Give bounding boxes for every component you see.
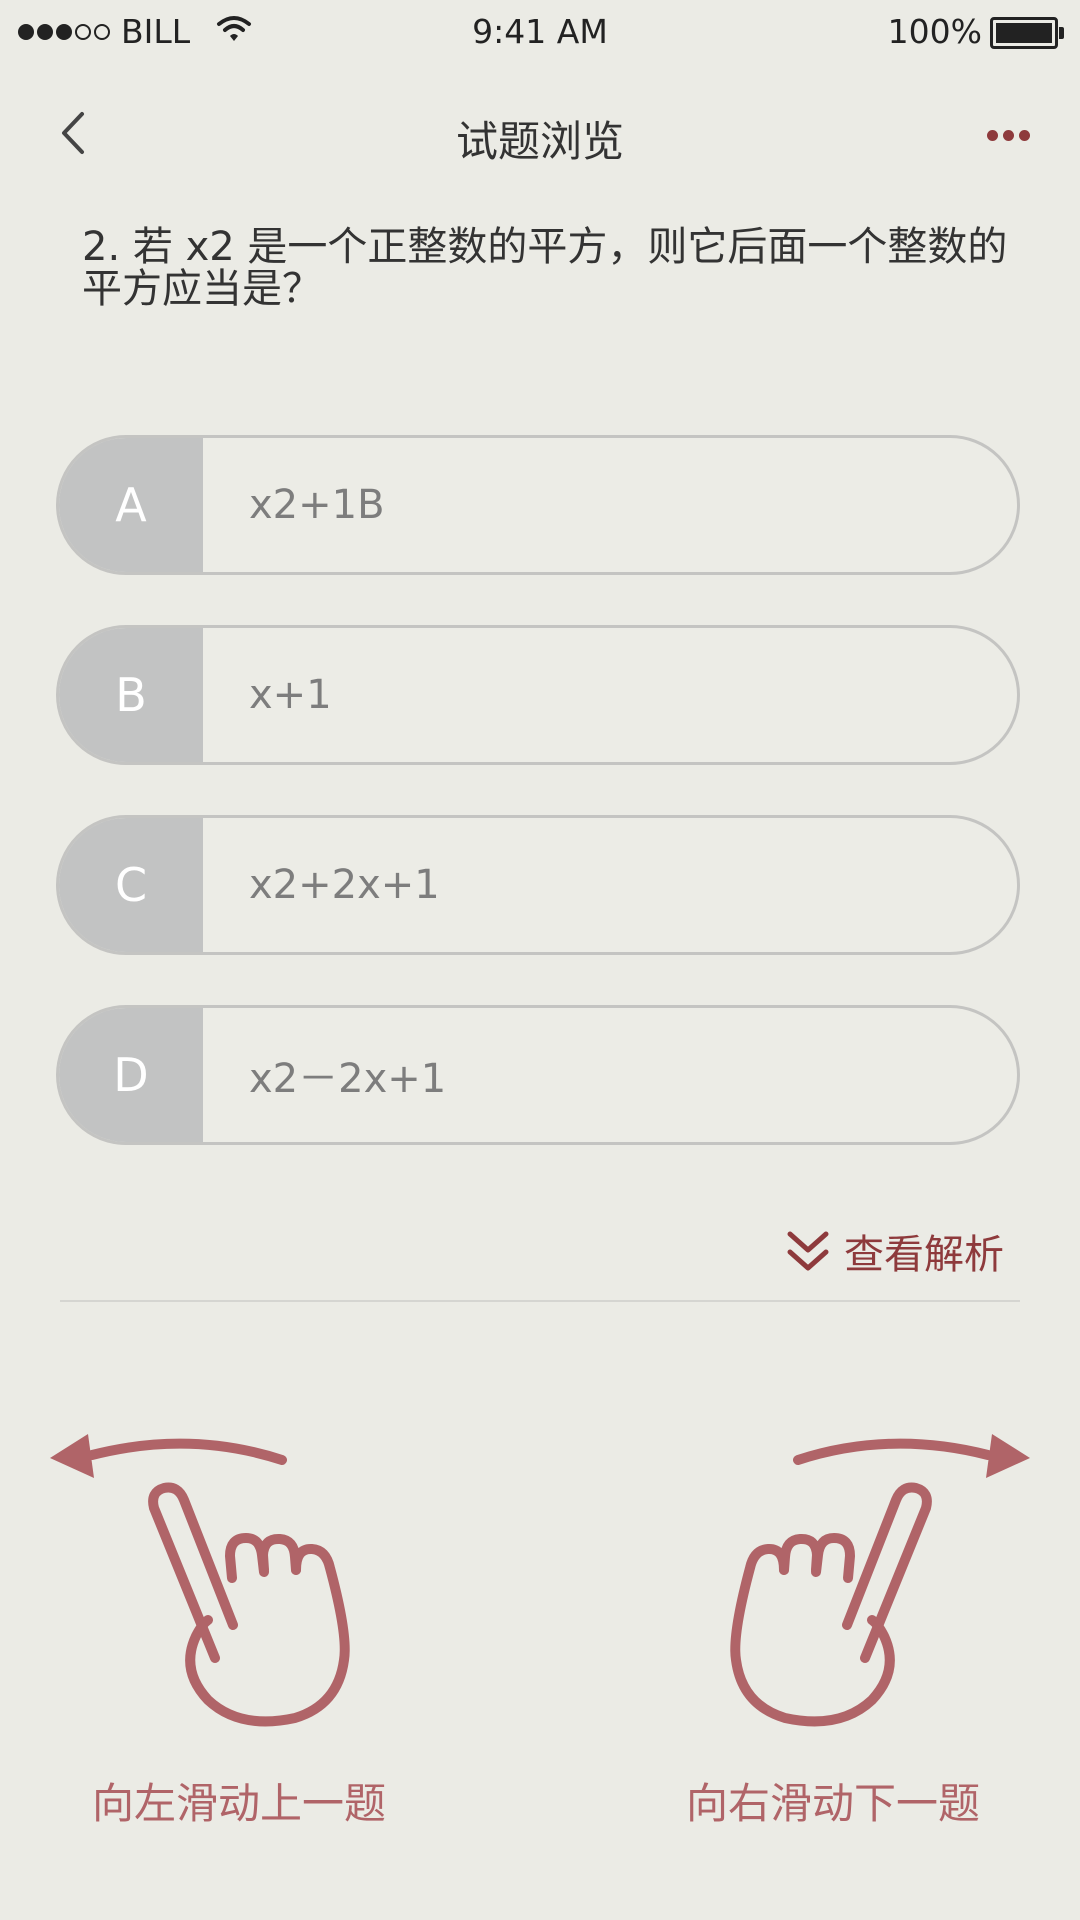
double-chevron-down-icon [787,1231,829,1271]
swipe-next-hint: 向右滑动下一题 [686,1779,981,1828]
option-letter: D [59,1008,203,1142]
option-a[interactable]: A x2+1B [56,435,1020,575]
swipe-right-hand-icon [730,1434,1030,1727]
swipe-left-hand-icon [50,1434,350,1727]
option-text: x2－2x+1 [249,1056,447,1102]
battery-percent: 100% [887,12,982,51]
page-title: 试题浏览 [455,117,624,166]
option-letter: A [59,438,203,572]
option-text: x2+2x+1 [249,862,440,908]
option-b[interactable]: B x+1 [56,625,1020,765]
option-d[interactable]: D x2－2x+1 [56,1005,1020,1145]
options-list: A x2+1B B x+1 C x2+2x+1 D x2－2x+1 [56,435,1020,1195]
status-bar: BILL 9:41 AM 100% [0,0,1080,64]
view-analysis-label: 查看解析 [844,1232,1004,1278]
swipe-prev-hint: 向左滑动上一题 [92,1779,387,1828]
view-analysis-button[interactable]: 查看解析 [786,1222,1004,1280]
divider [60,1300,1020,1302]
battery-icon [990,17,1064,49]
option-text: x+1 [249,672,332,718]
more-dots-icon[interactable] [982,130,1030,141]
nav-bar: 试题浏览 [0,90,1080,180]
option-letter: C [59,818,203,952]
option-letter: B [59,628,203,762]
option-c[interactable]: C x2+2x+1 [56,815,1020,955]
question-text: 2. 若 x2 是一个正整数的平方，则它后面一个整数的平方应当是？ [82,224,1008,312]
option-text: x2+1B [249,482,385,528]
